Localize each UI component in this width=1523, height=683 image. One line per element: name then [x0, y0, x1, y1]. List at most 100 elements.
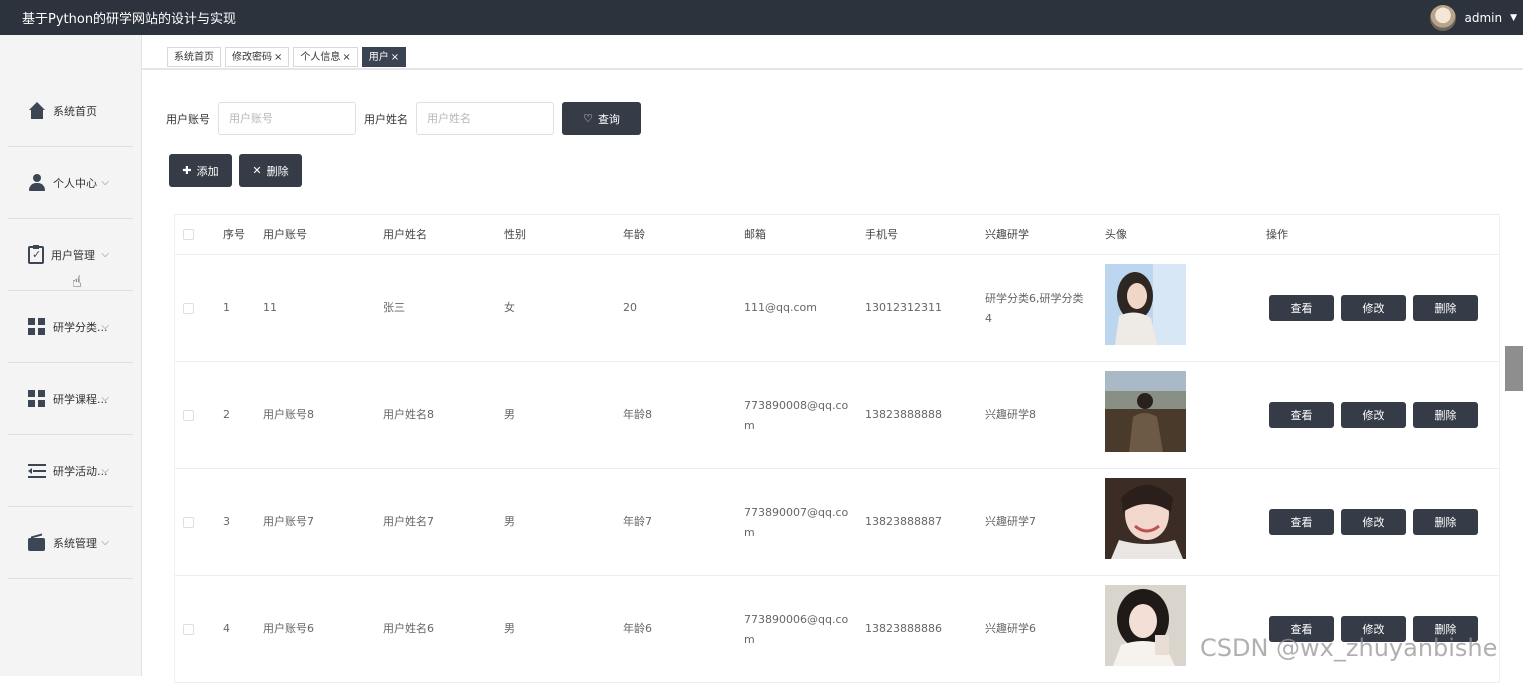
avatar-image[interactable] [1105, 585, 1186, 666]
sidebar-item-label: 个人中心 [53, 176, 97, 190]
user-avatar[interactable] [1430, 4, 1457, 31]
sidebar-item-user-management[interactable]: 用户管理 ⌵ [8, 219, 133, 291]
column-header: 性别 [504, 228, 526, 241]
chevron-down-icon: ⌵ [101, 321, 109, 332]
cell-interest: 兴趣研学6 [985, 622, 1036, 635]
watermark: CSDN @wx_zhuyanbishe [1200, 634, 1498, 662]
account-search-input[interactable] [218, 102, 356, 135]
tab-user[interactable]: 用户 × [361, 47, 407, 67]
tab-change-password[interactable]: 修改密码 × [225, 47, 290, 67]
chevron-down-icon: ⌵ [101, 393, 109, 404]
sidebar-item-label: 研学活动... [53, 464, 108, 478]
sidebar-item-study-activity[interactable]: 研学活动... ⌵ [8, 435, 133, 507]
view-button[interactable]: 查看 [1269, 509, 1334, 535]
tab-bar: 系统首页 修改密码 × 个人信息 × 用户 × [142, 35, 1523, 70]
row-checkbox[interactable] [183, 303, 194, 314]
batch-delete-button[interactable]: ✕ 删除 [239, 154, 302, 187]
table-row: 1 11 张三 女 20 111@qq.com 13012312311 研学分类… [175, 255, 1499, 362]
cell-index: 2 [223, 408, 230, 421]
cell-name: 用户姓名6 [383, 622, 434, 635]
sidebar-item-home[interactable]: 系统首页 [8, 75, 133, 147]
app-title: 基于Python的研学网站的设计与实现 [22, 12, 237, 27]
avatar-image[interactable] [1105, 264, 1186, 345]
view-button[interactable]: 查看 [1269, 402, 1334, 428]
tab-personal-info[interactable]: 个人信息 × [293, 47, 358, 67]
delete-button[interactable]: 删除 [1413, 402, 1478, 428]
column-header: 手机号 [865, 228, 898, 241]
chevron-down-icon: ⌵ [101, 465, 109, 476]
cell-name: 张三 [383, 301, 405, 314]
cell-phone: 13823888886 [865, 622, 942, 635]
plus-icon: ✚ [182, 164, 192, 177]
cell-index: 3 [223, 515, 230, 528]
view-button[interactable]: 查看 [1269, 295, 1334, 321]
cell-email: 773890006@qq.com [744, 613, 849, 646]
delete-button-label: 删除 [266, 164, 289, 178]
sidebar-item-label: 用户管理 [51, 248, 95, 262]
grid-icon [28, 389, 46, 408]
table-row: 3 用户账号7 用户姓名7 男 年龄7 773890007@qq.com 138… [175, 469, 1499, 576]
table-row: 4 用户账号6 用户姓名6 男 年龄6 773890006@qq.com 138… [175, 576, 1499, 683]
edit-button[interactable]: 修改 [1341, 402, 1406, 428]
side-drawer-handle[interactable] [1505, 346, 1523, 391]
name-label: 用户姓名 [364, 112, 408, 126]
cell-name: 用户姓名8 [383, 408, 434, 421]
cell-phone: 13823888888 [865, 408, 942, 421]
avatar-image[interactable] [1105, 478, 1186, 559]
tab-label: 个人信息 [300, 52, 341, 63]
sidebar-item-system-management[interactable]: 系统管理 ⌵ [8, 507, 133, 579]
user-menu[interactable]: admin ▼ [1430, 4, 1523, 31]
delete-button[interactable]: 删除 [1413, 509, 1478, 535]
cell-age: 年龄7 [623, 515, 652, 528]
row-checkbox[interactable] [183, 624, 194, 635]
column-header: 操作 [1266, 228, 1288, 241]
name-search-input[interactable] [416, 102, 554, 135]
column-header: 年龄 [623, 228, 645, 241]
column-header: 序号 [223, 228, 245, 241]
close-icon[interactable]: × [274, 52, 282, 63]
sidebar-item-study-category[interactable]: 研学分类... ⌵ [8, 291, 133, 363]
delete-button[interactable]: 删除 [1413, 295, 1478, 321]
sidebar-item-study-course[interactable]: 研学课程... ⌵ [8, 363, 133, 435]
tab-label: 修改密码 [232, 52, 272, 63]
close-icon[interactable]: × [391, 52, 399, 63]
top-bar: 基于Python的研学网站的设计与实现 admin ▼ [0, 0, 1523, 35]
tab-home[interactable]: 系统首页 [167, 47, 221, 67]
edit-button[interactable]: 修改 [1341, 509, 1406, 535]
select-all-checkbox[interactable] [183, 229, 194, 240]
column-header: 头像 [1105, 228, 1127, 241]
cell-email: 773890007@qq.com [744, 506, 849, 539]
column-header: 用户账号 [263, 228, 307, 241]
avatar-image[interactable] [1105, 371, 1186, 452]
table-header: 序号 用户账号 用户姓名 性别 年龄 邮箱 手机号 兴趣研学 头像 操作 [175, 215, 1499, 255]
cell-name: 用户姓名7 [383, 515, 434, 528]
close-icon[interactable]: × [342, 52, 350, 63]
home-icon [28, 101, 46, 120]
cell-email: 773890008@qq.com [744, 399, 849, 432]
username[interactable]: admin [1464, 11, 1502, 25]
action-bar: ✚ 添加 ✕ 删除 [169, 154, 302, 187]
account-label: 用户账号 [166, 112, 210, 126]
query-button[interactable]: ♡ 查询 [562, 102, 641, 135]
cell-account: 用户账号8 [263, 408, 314, 421]
sidebar-item-label: 系统首页 [53, 104, 97, 118]
edit-button[interactable]: 修改 [1341, 295, 1406, 321]
column-header: 邮箱 [744, 228, 766, 241]
cell-index: 1 [223, 301, 230, 314]
add-button[interactable]: ✚ 添加 [169, 154, 232, 187]
cell-gender: 男 [504, 408, 515, 421]
cell-email: 111@qq.com [744, 301, 817, 314]
grid-icon [28, 317, 46, 336]
cell-gender: 男 [504, 622, 515, 635]
tab-label: 系统首页 [174, 52, 214, 63]
cell-phone: 13012312311 [865, 301, 942, 314]
cell-gender: 女 [504, 301, 515, 314]
cell-age: 年龄6 [623, 622, 652, 635]
sidebar-item-personal-center[interactable]: 个人中心 ⌵ [8, 147, 133, 219]
caret-down-icon[interactable]: ▼ [1510, 13, 1517, 23]
row-checkbox[interactable] [183, 517, 194, 528]
row-checkbox[interactable] [183, 410, 194, 421]
sidebar-item-label: 研学分类... [53, 320, 108, 334]
sidebar-item-label: 研学课程... [53, 392, 108, 406]
column-header: 兴趣研学 [985, 228, 1029, 241]
